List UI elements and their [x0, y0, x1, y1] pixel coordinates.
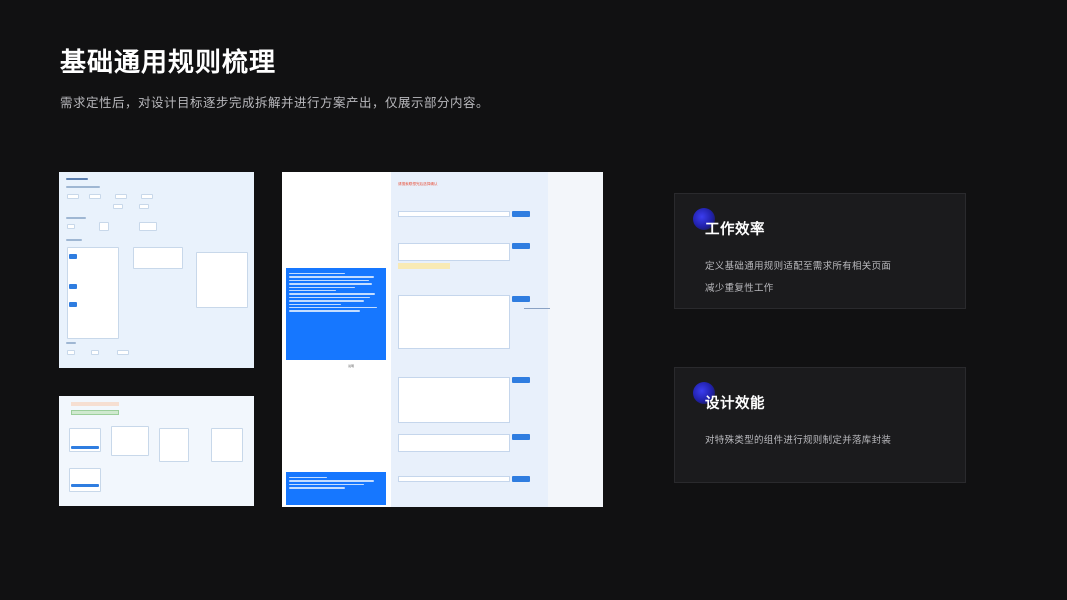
flow-diagram-thumbnail[interactable]: [59, 172, 254, 368]
spec-search-button: [512, 211, 530, 217]
screenshot-caption: 说明: [348, 364, 355, 368]
page-title: 基础通用规则梳理: [60, 48, 277, 78]
thumb-node: [91, 350, 99, 355]
spec-search-button: [512, 243, 530, 249]
thumb-card: [69, 468, 101, 492]
spec-search-input: [398, 476, 510, 482]
page-subtitle: 需求定性后，对设计目标逐步完成拆解并进行方案产出，仅展示部分内容。: [60, 95, 490, 110]
card-description: 对特殊类型的组件进行规则制定并落库封装: [705, 430, 891, 452]
card-desc-line: 定义基础通用规则适配至需求所有相关页面: [705, 261, 892, 272]
thumb-blue-block: [69, 284, 77, 289]
thumb-panel: [196, 252, 248, 308]
thumb-node: [67, 194, 79, 199]
spec-highlight: [398, 263, 450, 269]
thumb-node: [99, 222, 109, 231]
blue-annotation: [286, 472, 386, 505]
spec-search-button: [512, 296, 530, 302]
thumb-node: [141, 194, 153, 199]
thumb-node: [67, 350, 75, 355]
thumb-line: [66, 239, 82, 241]
thumb-line: [66, 217, 86, 219]
card-title: 工作效率: [705, 222, 765, 238]
thumb-node: [139, 204, 149, 209]
spec-card: [398, 295, 510, 349]
thumb-note: [71, 402, 119, 406]
thumb-card: [111, 426, 149, 456]
spec-connector: [524, 308, 550, 309]
spec-side: [548, 172, 603, 507]
thumb-node: [117, 350, 129, 355]
thumb-panel: [133, 247, 183, 269]
thumb-blue-block: [69, 254, 77, 259]
thumb-blue-block: [71, 484, 99, 487]
efficiency-card: 工作效率 定义基础通用规则适配至需求所有相关页面 减少重复性工作: [674, 193, 966, 309]
thumb-blue-block: [69, 302, 77, 307]
effectiveness-card: 设计效能 对特殊类型的组件进行规则制定并落库封装: [674, 367, 966, 483]
card-title: 设计效能: [705, 396, 765, 412]
blue-annotation: [286, 268, 386, 360]
thumb-node: [67, 224, 75, 229]
card-desc-line: 减少重复性工作: [705, 283, 774, 294]
spec-search-button: [512, 434, 530, 440]
spec-search-button: [512, 476, 530, 482]
spec-card: [398, 243, 510, 261]
thumb-node: [139, 222, 157, 231]
thumb-line: [66, 186, 100, 188]
thumb-note: [71, 410, 119, 415]
component-cards-thumbnail[interactable]: [59, 396, 254, 506]
thumb-blue-block: [71, 446, 99, 449]
red-note: 请搜索联想完后选择确认: [398, 182, 438, 186]
spec-search-button: [512, 377, 530, 383]
thumb-panel: [67, 247, 119, 339]
thumb-node: [115, 194, 127, 199]
card-desc-line: 对特殊类型的组件进行规则制定并落库封装: [705, 435, 892, 446]
spec-card: [398, 434, 510, 452]
thumb-node: [113, 204, 123, 209]
spec-card: [398, 377, 510, 423]
thumb-title-line: [66, 178, 88, 180]
spec-search-input: [398, 211, 510, 217]
thumb-line: [66, 342, 76, 344]
search-spec-screenshot[interactable]: 请搜索联想完后选择确认 说明: [282, 172, 603, 507]
thumb-card: [159, 428, 189, 462]
thumb-node: [89, 194, 101, 199]
thumb-card: [211, 428, 243, 462]
card-description: 定义基础通用规则适配至需求所有相关页面 减少重复性工作: [705, 256, 891, 300]
